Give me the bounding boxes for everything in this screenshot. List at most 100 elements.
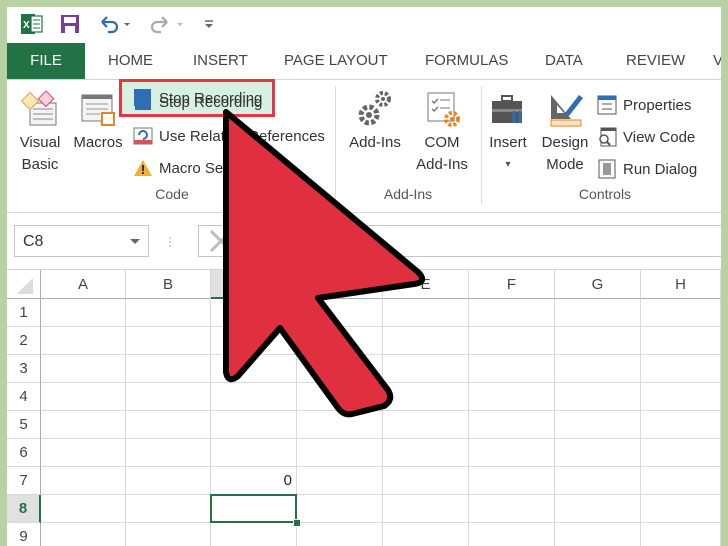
cell-d3[interactable] <box>297 355 383 383</box>
fill-handle[interactable] <box>293 519 301 527</box>
cancel-button[interactable] <box>198 225 258 257</box>
cell-h2[interactable] <box>641 327 721 355</box>
cell-h3[interactable] <box>641 355 721 383</box>
cell-c4[interactable] <box>211 383 297 411</box>
column-header-f[interactable]: F <box>469 270 555 299</box>
cell-e9[interactable] <box>383 523 469 546</box>
redo-button[interactable] <box>150 12 186 36</box>
cell-b8[interactable] <box>126 495 211 523</box>
cell-f3[interactable] <box>469 355 555 383</box>
tab-insert[interactable]: INSERT <box>193 43 248 79</box>
insert-control-button[interactable]: Insert ▾ <box>483 86 533 176</box>
cell-e1[interactable] <box>383 299 469 327</box>
cell-c9[interactable] <box>211 523 297 546</box>
tab-review[interactable]: REVIEW <box>626 43 685 79</box>
visual-basic-button[interactable]: Visual Basic <box>13 86 67 176</box>
cell-b7[interactable] <box>126 467 211 495</box>
cell-a5[interactable] <box>41 411 126 439</box>
cell-b2[interactable] <box>126 327 211 355</box>
save-icon[interactable] <box>59 12 81 36</box>
cell-a4[interactable] <box>41 383 126 411</box>
cell-g2[interactable] <box>555 327 641 355</box>
cell-h1[interactable] <box>641 299 721 327</box>
tab-page-layout[interactable]: PAGE LAYOUT <box>284 43 388 79</box>
cell-e4[interactable] <box>383 383 469 411</box>
cell-c5[interactable] <box>211 411 297 439</box>
column-header-h[interactable]: H <box>641 270 721 299</box>
column-header-a[interactable]: A <box>41 270 126 299</box>
cell-b3[interactable] <box>126 355 211 383</box>
row-header-2[interactable]: 2 <box>7 327 41 355</box>
cell-g8[interactable] <box>555 495 641 523</box>
cell-g7[interactable] <box>555 467 641 495</box>
cell-g6[interactable] <box>555 439 641 467</box>
worksheet-grid[interactable]: ABCDEFGH 1234567 0 89 <box>7 270 721 546</box>
cell-d5[interactable] <box>297 411 383 439</box>
name-box[interactable]: C8 <box>14 225 149 257</box>
cell-f1[interactable] <box>469 299 555 327</box>
chevron-down-icon[interactable] <box>130 239 140 244</box>
stop-recording-overlay[interactable]: Stop Recording <box>133 88 262 108</box>
cell-e3[interactable] <box>383 355 469 383</box>
cell-a3[interactable] <box>41 355 126 383</box>
macro-security-button[interactable]: Macro Security <box>133 155 259 181</box>
cell-e2[interactable] <box>383 327 469 355</box>
cell-c7[interactable]: 0 <box>211 467 297 495</box>
cell-f9[interactable] <box>469 523 555 546</box>
cell-e8[interactable] <box>383 495 469 523</box>
cell-h9[interactable] <box>641 523 721 546</box>
cell-h4[interactable] <box>641 383 721 411</box>
properties-button[interactable]: Properties <box>597 92 691 118</box>
cell-f8[interactable] <box>469 495 555 523</box>
cell-a9[interactable] <box>41 523 126 546</box>
row-header-6[interactable]: 6 <box>7 439 41 467</box>
column-header-e[interactable]: E <box>383 270 469 299</box>
cell-b9[interactable] <box>126 523 211 546</box>
row-header-7[interactable]: 7 <box>7 467 41 495</box>
cell-h8[interactable] <box>641 495 721 523</box>
column-header-c[interactable]: C <box>211 270 297 299</box>
use-relative-references-button[interactable]: Use Relative References <box>133 123 325 149</box>
column-header-g[interactable]: G <box>555 270 641 299</box>
cell-d9[interactable] <box>297 523 383 546</box>
formula-bar-grip-icon[interactable]: · · · <box>168 231 172 251</box>
cell-d8[interactable] <box>297 495 383 523</box>
row-header-8[interactable]: 8 <box>7 495 41 523</box>
cell-g3[interactable] <box>555 355 641 383</box>
cell-d6[interactable] <box>297 439 383 467</box>
cell-e6[interactable] <box>383 439 469 467</box>
cell-b4[interactable] <box>126 383 211 411</box>
run-dialog-button[interactable]: Run Dialog <box>597 156 697 182</box>
cell-a1[interactable] <box>41 299 126 327</box>
cell-a7[interactable] <box>41 467 126 495</box>
cell-d4[interactable] <box>297 383 383 411</box>
cell-f4[interactable] <box>469 383 555 411</box>
cell-g4[interactable] <box>555 383 641 411</box>
column-header-d[interactable]: D <box>297 270 383 299</box>
cell-f6[interactable] <box>469 439 555 467</box>
cell-f5[interactable] <box>469 411 555 439</box>
cell-f2[interactable] <box>469 327 555 355</box>
customize-qat-icon[interactable] <box>202 12 216 36</box>
cell-c1[interactable] <box>211 299 297 327</box>
cell-b6[interactable] <box>126 439 211 467</box>
cell-d7[interactable] <box>297 467 383 495</box>
cell-g1[interactable] <box>555 299 641 327</box>
undo-button[interactable] <box>97 12 133 36</box>
cell-e7[interactable] <box>383 467 469 495</box>
cell-c6[interactable] <box>211 439 297 467</box>
add-ins-button[interactable]: Add-Ins <box>341 86 409 154</box>
formula-input[interactable] <box>258 225 721 257</box>
cell-h5[interactable] <box>641 411 721 439</box>
cell-c3[interactable] <box>211 355 297 383</box>
cell-d1[interactable] <box>297 299 383 327</box>
row-header-4[interactable]: 4 <box>7 383 41 411</box>
cell-d2[interactable] <box>297 327 383 355</box>
cell-a2[interactable] <box>41 327 126 355</box>
design-mode-button[interactable]: Design Mode <box>537 86 593 176</box>
cell-f7[interactable] <box>469 467 555 495</box>
cell-b1[interactable] <box>126 299 211 327</box>
column-header-b[interactable]: B <box>126 270 211 299</box>
view-code-button[interactable]: View Code <box>597 124 695 150</box>
cell-a6[interactable] <box>41 439 126 467</box>
